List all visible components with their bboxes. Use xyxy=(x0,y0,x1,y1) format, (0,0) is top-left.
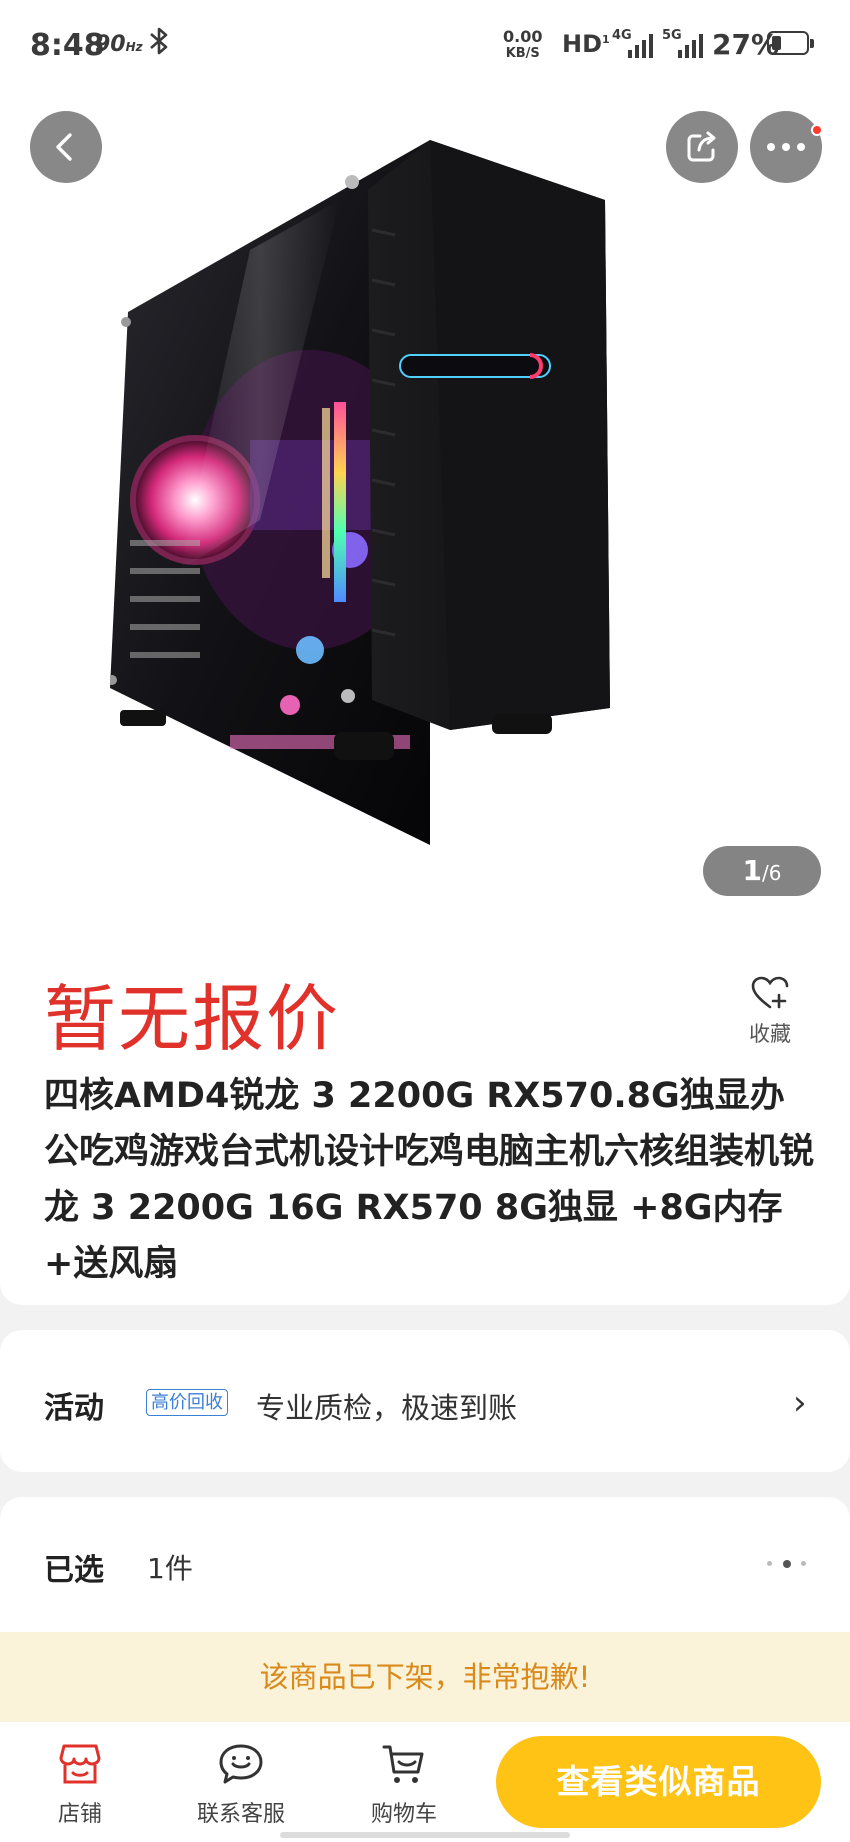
home-indicator[interactable] xyxy=(280,1832,570,1838)
more-button[interactable] xyxy=(750,111,822,183)
selected-value: 1件 xyxy=(147,1552,193,1585)
image-counter: 1/6 xyxy=(703,846,821,896)
activity-tag: 高价回收 xyxy=(146,1389,228,1416)
hd-indicator: HD1 xyxy=(562,30,610,58)
heart-plus-icon xyxy=(751,976,789,1009)
shop-icon xyxy=(59,1744,101,1784)
product-detail-screen: 8:48 90Hz 0.00 KB/S HD1 4G 5G 27% 1/6 暂无… xyxy=(0,0,850,1842)
tab-shop[interactable]: 店铺 xyxy=(52,1742,108,1828)
chat-bubble-icon xyxy=(219,1744,263,1784)
signal-icon-sim2: 5G xyxy=(662,28,704,58)
activity-text: 专业质检，极速到账 xyxy=(256,1391,518,1425)
tab-customer-service[interactable]: 联系客服 xyxy=(196,1742,286,1828)
refresh-rate: 90Hz xyxy=(95,32,143,57)
battery-icon xyxy=(767,31,814,55)
price-label: 暂无报价 xyxy=(44,977,341,1061)
tab-cart-label: 购物车 xyxy=(370,1802,437,1827)
tab-shop-label: 店铺 xyxy=(57,1802,102,1827)
status-bar: 8:48 90Hz 0.00 KB/S HD1 4G 5G 27% xyxy=(0,0,850,90)
status-time: 8:48 xyxy=(30,28,105,63)
favorite-button[interactable] xyxy=(740,975,800,1015)
product-gallery[interactable]: 8:48 90Hz 0.00 KB/S HD1 4G 5G 27% 1/6 xyxy=(0,0,850,935)
net-speed: 0.00 KB/S xyxy=(503,27,543,61)
tab-service-label: 联系客服 xyxy=(196,1802,285,1827)
back-button[interactable] xyxy=(30,111,102,183)
product-image-pc-case xyxy=(110,140,610,845)
selected-label: 已选 xyxy=(44,1553,104,1588)
notification-dot xyxy=(811,124,823,136)
more-dots-icon[interactable] xyxy=(767,1560,811,1568)
back-arrow-icon xyxy=(56,133,72,161)
tab-cart[interactable]: 购物车 xyxy=(370,1742,438,1828)
signal-icon-sim1: 4G xyxy=(612,28,654,58)
cart-icon xyxy=(382,1745,424,1783)
favorite-label[interactable]: 收藏 xyxy=(738,1018,802,1048)
chevron-right-icon[interactable]: › xyxy=(793,1383,807,1423)
bluetooth-icon xyxy=(148,26,170,63)
activity-label: 活动 xyxy=(44,1391,104,1426)
view-similar-button[interactable]: 查看类似商品 xyxy=(496,1736,821,1828)
more-dots-icon xyxy=(767,143,805,151)
product-title: 四核AMD4锐龙 3 2200G RX570.8G独显办公吃鸡游戏台式机设计吃鸡… xyxy=(44,1076,815,1284)
off-shelf-notice: 该商品已下架，非常抱歉! xyxy=(0,1632,850,1722)
